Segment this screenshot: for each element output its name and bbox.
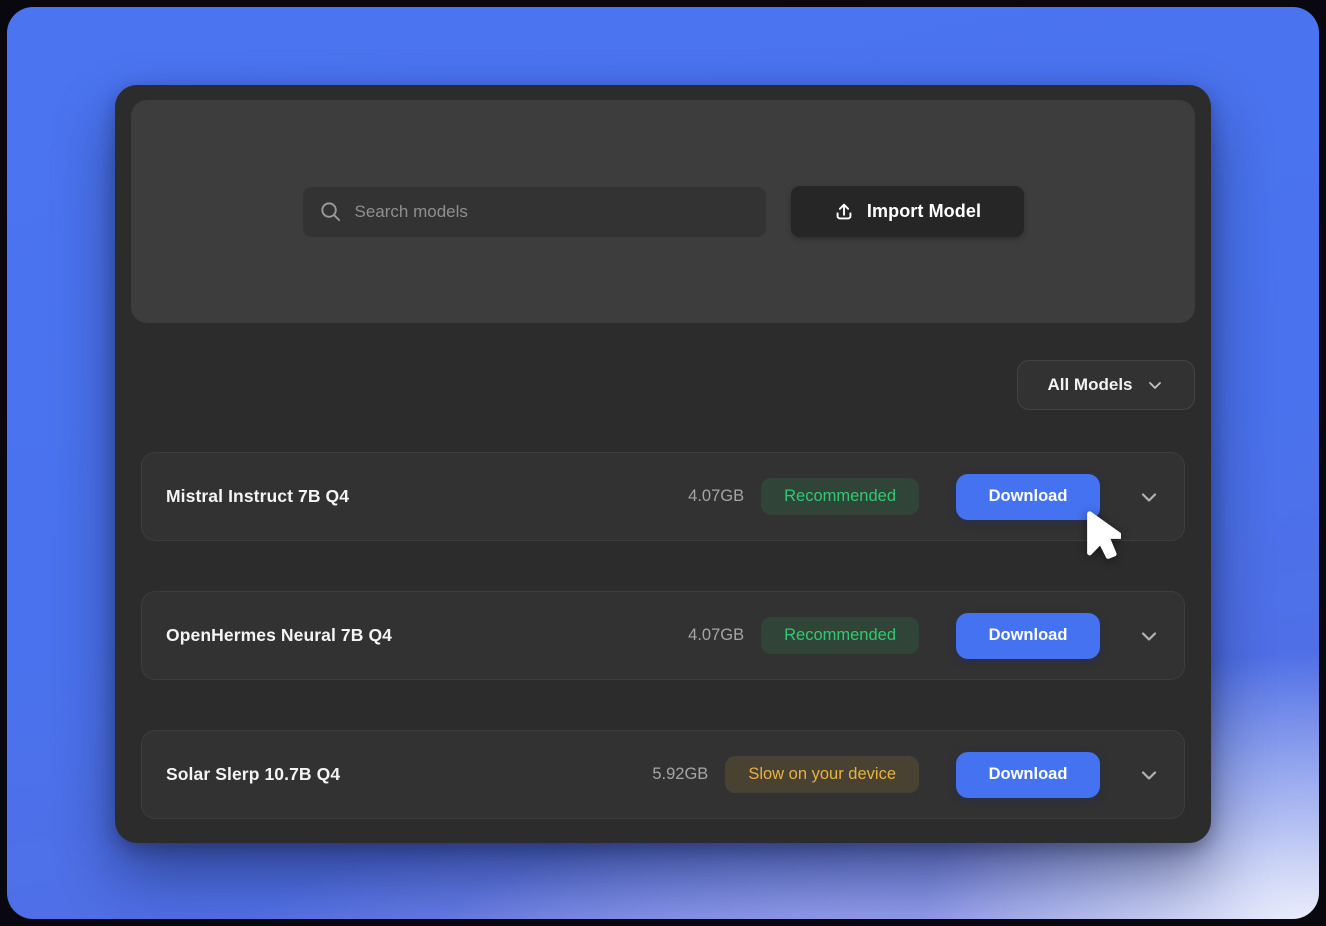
upload-icon [833, 201, 855, 223]
header-section: Import Model [131, 100, 1195, 323]
model-size: 4.07GB [688, 487, 744, 506]
model-list: Mistral Instruct 7B Q4 4.07GB Recommende… [141, 452, 1185, 819]
model-name: OpenHermes Neural 7B Q4 [166, 625, 392, 646]
chevron-down-icon[interactable] [1136, 762, 1162, 788]
download-button[interactable]: Download [956, 752, 1100, 798]
all-models-dropdown[interactable]: All Models [1017, 360, 1195, 410]
model-row-solar: Solar Slerp 10.7B Q4 5.92GB Slow on your… [141, 730, 1185, 819]
search-icon [319, 200, 342, 223]
search-field[interactable] [303, 187, 766, 237]
row-right-group: 4.07GB Recommended Download [688, 613, 1184, 659]
status-badge: Recommended [761, 478, 919, 515]
import-model-label: Import Model [867, 201, 981, 222]
all-models-label: All Models [1047, 375, 1132, 395]
download-button[interactable]: Download [956, 474, 1100, 520]
import-model-button[interactable]: Import Model [791, 186, 1024, 237]
model-row-openhermes: OpenHermes Neural 7B Q4 4.07GB Recommend… [141, 591, 1185, 680]
model-browser-window: Import Model All Models Mistral Instruct… [115, 85, 1211, 843]
chevron-down-icon[interactable] [1136, 623, 1162, 649]
model-size: 4.07GB [688, 626, 744, 645]
row-right-group: 4.07GB Recommended Download [688, 474, 1184, 520]
download-button[interactable]: Download [956, 613, 1100, 659]
chevron-down-icon [1145, 375, 1165, 395]
row-right-group: 5.92GB Slow on your device Download [652, 752, 1184, 798]
desktop-background: Import Model All Models Mistral Instruct… [7, 7, 1319, 919]
search-input[interactable] [355, 202, 750, 222]
chevron-down-icon[interactable] [1136, 484, 1162, 510]
model-name: Mistral Instruct 7B Q4 [166, 486, 349, 507]
model-name: Solar Slerp 10.7B Q4 [166, 764, 340, 785]
model-size: 5.92GB [652, 765, 708, 784]
status-badge: Slow on your device [725, 756, 919, 793]
model-row-mistral: Mistral Instruct 7B Q4 4.07GB Recommende… [141, 452, 1185, 541]
status-badge: Recommended [761, 617, 919, 654]
